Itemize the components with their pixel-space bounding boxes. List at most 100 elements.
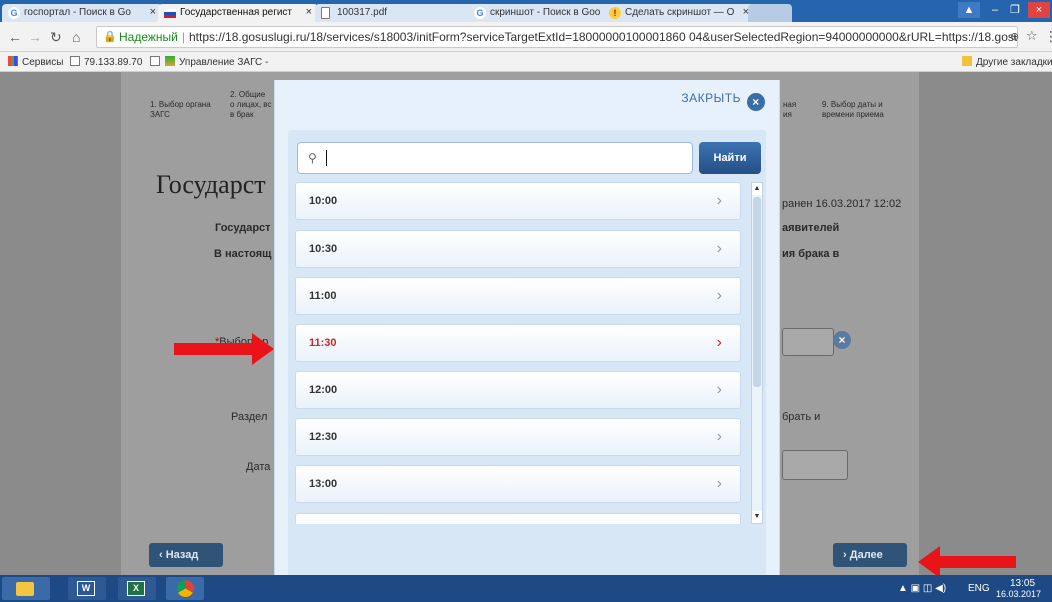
taskbar-word[interactable]: W [68, 577, 106, 600]
page-icon [150, 56, 160, 66]
address-bar[interactable]: 🔒 Надежный | https://18.gosuslugi.ru/18/se… [96, 26, 1018, 48]
tab-make-screenshot[interactable]: ! Сделать скриншот — О × [603, 4, 755, 22]
tab-screenshot-search[interactable]: G скриншот - Поиск в Goo × [468, 4, 618, 22]
secure-label: Надежный [119, 30, 178, 44]
start-button[interactable] [2, 577, 50, 600]
reload-icon[interactable]: ↻ [50, 29, 62, 46]
close-icon: × [747, 93, 765, 111]
chevron-right-icon: › [716, 428, 722, 445]
chevron-right-icon: › [843, 549, 850, 561]
tab-title: Государственная регист [180, 7, 293, 18]
text-caret [326, 150, 327, 166]
tab-title: 100317.pdf [337, 7, 388, 18]
menu-icon[interactable]: ⋮ [1044, 28, 1052, 45]
tab-title: скриншот - Поиск в Goo [490, 7, 601, 18]
time-slot-label: 12:00 [309, 384, 338, 396]
address-toolbar: ← → ↻ ⌂ 🔒 Надежный | https://18.gosuslugi.… [0, 22, 1052, 52]
clear-icon[interactable]: × [833, 331, 851, 349]
time-list-scrollbar[interactable]: ▲ ▼ [751, 182, 763, 524]
taskbar-chrome[interactable] [166, 577, 204, 600]
search-icon: ⚲ [308, 151, 317, 165]
taskbar-excel[interactable]: X [118, 577, 156, 600]
tab-gosportal-search[interactable]: G госпортал - Поиск в Go × [2, 4, 162, 22]
find-button[interactable]: Найти [699, 142, 761, 174]
folder-icon [962, 56, 972, 66]
clock-date[interactable]: 16.03.2017 [996, 589, 1041, 599]
scrollbar-thumb[interactable] [753, 197, 761, 387]
time-slot-row-partial[interactable] [295, 513, 741, 524]
bookmark-zags-link[interactable]: Управление ЗАГС - [165, 56, 268, 68]
forward-arrow-icon[interactable]: → [28, 29, 42, 45]
next-button[interactable]: › Далее [833, 543, 907, 567]
search-input[interactable]: ⚲ [297, 142, 693, 174]
time-slot-label: 13:00 [309, 478, 338, 490]
minimize-button[interactable]: – [984, 2, 1006, 18]
bookmark-other[interactable]: Другие закладки [962, 56, 1052, 68]
bookmark-label: 79.133.89.70 [84, 57, 143, 68]
time-slot-label: 10:30 [309, 243, 338, 255]
time-slot-list: 10:00 › 10:30 › 11:00 › 11:30 › 12:00 › 12:30… [295, 182, 745, 524]
close-modal-button[interactable]: ЗАКРЫТЬ × [681, 91, 765, 111]
windows-taskbar: W X ▲ ▣ ◫ ◀) ENG 13:05 16.03.2017 [0, 575, 1052, 602]
time-slot-row[interactable]: 13:00 › [295, 465, 741, 503]
chevron-right-icon: › [716, 334, 722, 351]
lock-icon: 🔒 [103, 31, 117, 43]
time-slot-row[interactable]: 12:30 › [295, 418, 741, 456]
bookmark-label: Другие закладки [976, 57, 1052, 68]
scroll-down-icon[interactable]: ▼ [752, 511, 762, 523]
date-label: Дата [246, 461, 271, 473]
org-select-field[interactable] [782, 328, 834, 356]
saved-status: ранен 16.03.2017 12:02 [782, 198, 902, 210]
tab-pdf[interactable]: 100317.pdf × [315, 4, 483, 22]
new-tab-button[interactable] [748, 4, 792, 22]
time-slot-row[interactable]: 12:00 › [295, 371, 741, 409]
clock-time[interactable]: 13:05 [1010, 578, 1035, 589]
step-2[interactable]: 2. Общие о лицах, вс в брак [230, 90, 271, 120]
chevron-right-icon: › [716, 192, 722, 209]
language-indicator[interactable]: ENG [968, 583, 990, 594]
back-arrow-icon[interactable]: ← [8, 29, 22, 45]
info-line-2: В настоящ [214, 248, 272, 260]
back-button[interactable]: ‹ Назад [149, 543, 223, 567]
scroll-up-icon[interactable]: ▲ [752, 183, 762, 195]
time-slot-row[interactable]: 10:00 › [295, 182, 741, 220]
info-line-1: Государст [215, 222, 271, 234]
emblem-icon [165, 56, 175, 66]
close-tab-icon[interactable]: × [150, 6, 156, 18]
close-tab-icon[interactable]: × [306, 6, 312, 18]
time-slot-row[interactable]: 11:00 › [295, 277, 741, 315]
bookmarks-bar: Сервисы 79.133.89.70 Управление ЗАГС - Д… [0, 52, 1052, 72]
section-label: Раздел [231, 411, 268, 423]
time-slot-label: 11:30 [309, 337, 337, 349]
chevron-right-icon: › [716, 240, 722, 257]
date-field[interactable] [782, 450, 848, 480]
home-icon[interactable]: ⌂ [72, 29, 80, 45]
bookmark-services[interactable]: Сервисы [8, 56, 63, 68]
bookmark-zags[interactable] [150, 56, 164, 68]
page-title: Государст [156, 170, 266, 199]
zoom-icon[interactable]: ⊕ [1010, 30, 1019, 43]
russia-flag-icon [164, 9, 176, 18]
bookmark-star-icon[interactable]: ☆ [1026, 28, 1038, 44]
red-arrow-pointer [918, 546, 1016, 575]
time-slot-label: 12:30 [309, 431, 338, 443]
tab-gos-registration[interactable]: Государственная регист × [158, 4, 318, 22]
user-icon[interactable]: ▲ [958, 2, 980, 18]
tray-icons[interactable]: ▲ ▣ ◫ ◀) [898, 583, 946, 594]
time-slot-row[interactable]: 10:30 › [295, 230, 741, 268]
close-window-button[interactable]: × [1028, 2, 1050, 18]
time-slot-label: 11:00 [309, 290, 337, 302]
step-partial: ная ия [783, 100, 797, 119]
maximize-button[interactable]: ❐ [1004, 2, 1026, 18]
chevron-right-icon: › [716, 287, 722, 304]
bookmark-label: Сервисы [22, 57, 64, 68]
tab-title: Сделать скриншот — О [625, 7, 735, 18]
document-icon [321, 7, 330, 19]
time-slot-row-selected[interactable]: 11:30 › [295, 324, 741, 362]
info-line-2-end: ия брака в [782, 248, 840, 260]
step-9[interactable]: 9. Выбор даты и времени приема [822, 100, 884, 120]
info-line-1-end: аявителей [782, 222, 840, 234]
step-1[interactable]: 1. Выбор органа ЗАГС [150, 100, 211, 120]
apps-icon [8, 56, 18, 66]
bookmark-ip[interactable]: 79.133.89.70 [70, 56, 142, 68]
